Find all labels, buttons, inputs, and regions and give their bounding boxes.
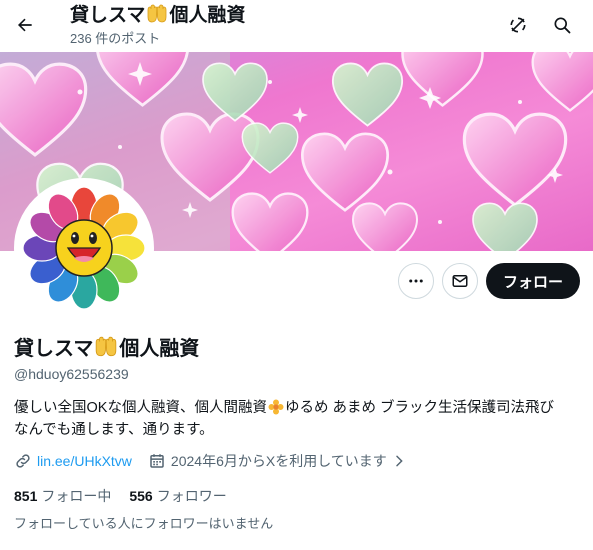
follow-button[interactable]: フォロー — [486, 263, 580, 299]
header-name-prefix: 貸しスマ — [70, 5, 146, 26]
more-button[interactable] — [398, 263, 434, 299]
calendar-icon — [150, 454, 164, 468]
back-button[interactable] — [8, 8, 42, 42]
profile-meta: lin.ee/UHkXtvw 2024年6月からXを利用しています — [14, 451, 407, 471]
arrow-left-icon — [18, 18, 32, 32]
message-button[interactable] — [442, 263, 478, 299]
raised-hands-icon — [96, 336, 117, 357]
following-count: 851 — [14, 488, 38, 504]
header-title-group: 貸しスマ 個人融資 236 件のポスト — [70, 4, 245, 48]
header-name-suffix: 個人融資 — [169, 5, 246, 26]
followers-label: フォロワー — [156, 488, 227, 504]
search-button[interactable] — [545, 8, 579, 42]
joined-item[interactable]: 2024年6月からXを利用しています — [148, 451, 407, 471]
followers-stat[interactable]: 556 フォロワー — [129, 486, 226, 506]
avatar[interactable] — [14, 178, 154, 318]
chevron-right-icon — [396, 455, 403, 467]
blossom-icon — [268, 399, 284, 415]
raised-hands-icon — [148, 4, 167, 23]
profile-bio: 優しい全国OKな個人融資、個人間融資 ゆるめ あまめ ブラック生活保護司法飛び … — [14, 397, 584, 441]
envelope-icon — [452, 275, 468, 287]
bio-line2: なんでも通します、通ります。 — [14, 422, 214, 438]
joined-date: 2024年6月からXを利用しています — [170, 453, 387, 469]
top-bar: 貸しスマ 個人融資 236 件のポスト — [0, 0, 593, 52]
bio-part1: 優しい全国OKな個人融資、個人間融資 — [14, 400, 267, 416]
profile-name-suffix: 個人融資 — [119, 338, 200, 360]
post-count: 236 件のポスト — [70, 31, 161, 46]
follow-stats: 851 フォロー中 556 フォロワー — [14, 486, 227, 506]
flower-avatar-image — [18, 182, 150, 314]
profile-name: 貸しスマ 個人融資 — [14, 336, 199, 362]
profile-handle: @hduoy62556239 — [14, 366, 129, 382]
refresh-icon — [510, 17, 526, 33]
following-stat[interactable]: 851 フォロー中 — [14, 486, 111, 506]
profile-name-prefix: 貸しスマ — [14, 338, 94, 360]
following-label: フォロー中 — [41, 488, 112, 504]
followers-count: 556 — [129, 488, 153, 504]
mutual-followers-note: フォローしている人にフォロワーはいません — [14, 516, 274, 531]
link-icon — [16, 454, 30, 468]
profile-link[interactable]: lin.ee/UHkXtvw — [37, 453, 132, 469]
more-horizontal-icon — [409, 279, 423, 283]
bio-part2: ゆるめ あまめ ブラック生活保護司法飛び — [284, 400, 555, 416]
header-title: 貸しスマ 個人融資 — [70, 4, 245, 28]
profile-link-item[interactable]: lin.ee/UHkXtvw — [14, 452, 132, 470]
search-icon — [554, 17, 571, 34]
sync-button[interactable] — [501, 8, 535, 42]
